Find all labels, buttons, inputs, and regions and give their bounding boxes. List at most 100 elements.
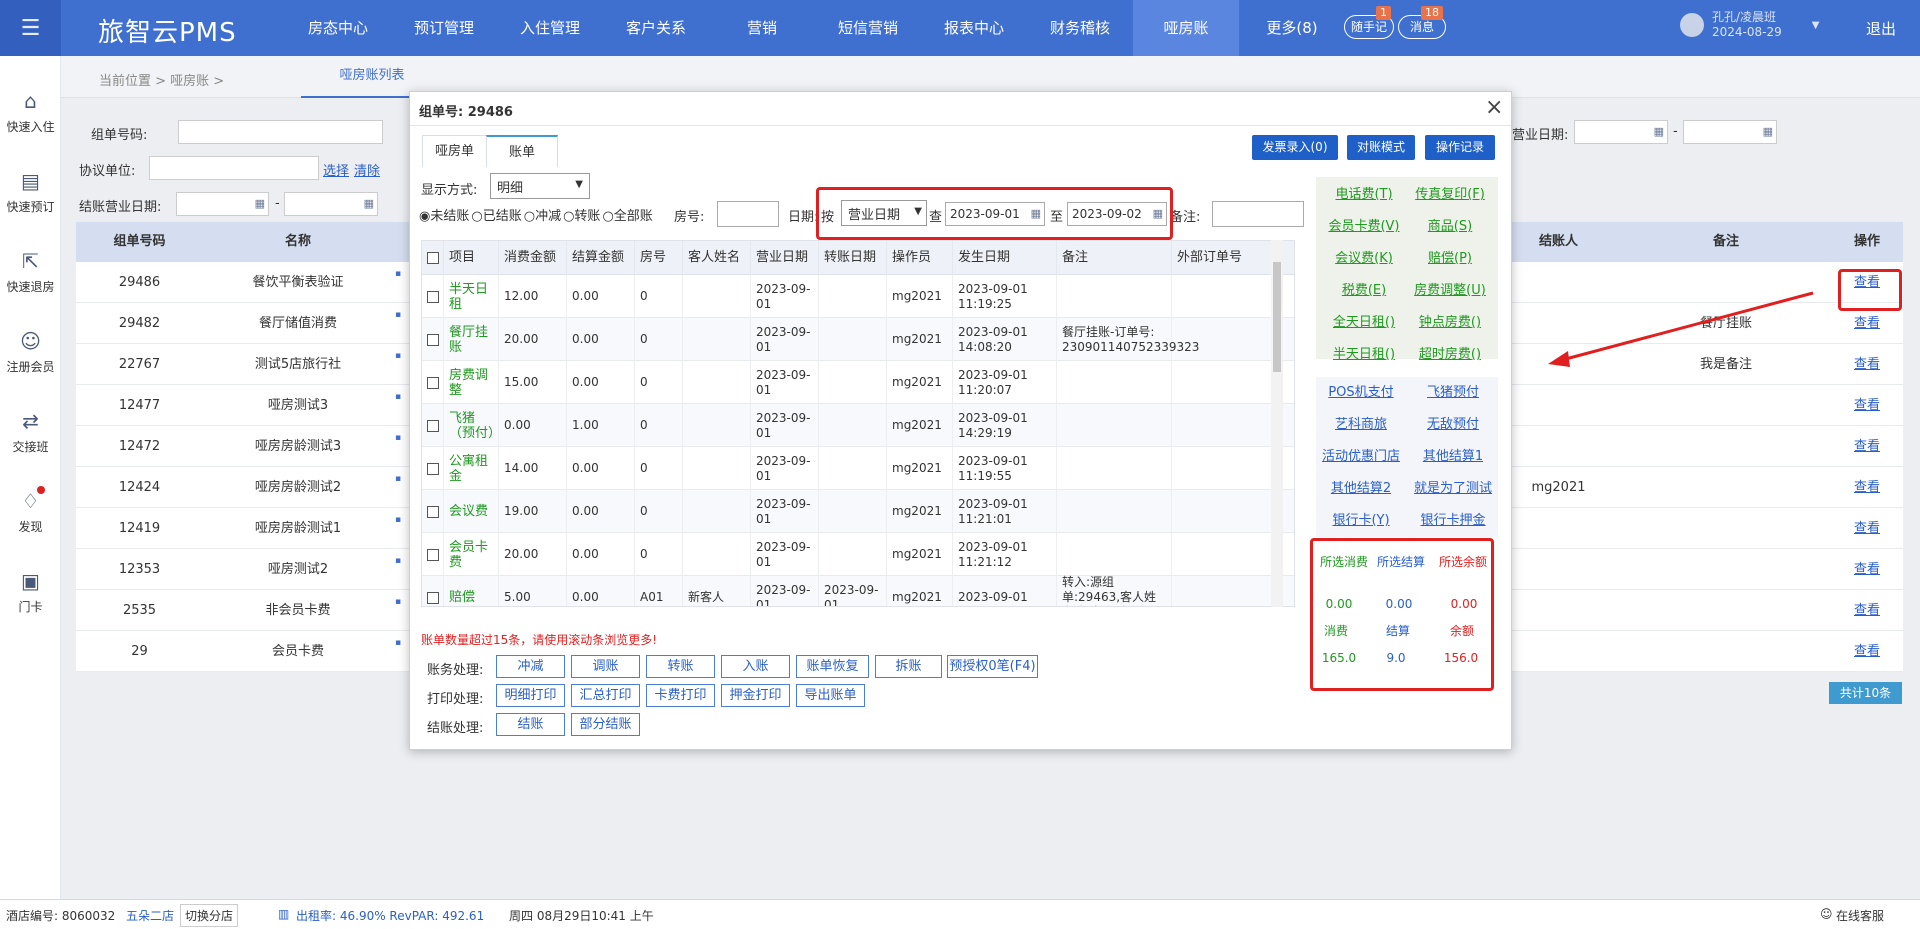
view-link[interactable]: 查看 bbox=[1831, 631, 1903, 672]
acct-button-1[interactable]: 调账 bbox=[571, 655, 640, 678]
sidebar-item-quick-checkin[interactable]: ⌂ 快速入住 bbox=[0, 88, 61, 135]
filter-radio-2[interactable]: ○冲减 bbox=[524, 205, 561, 224]
switch-hotel-button[interactable]: 切换分店 bbox=[180, 904, 239, 927]
settle-button-1[interactable]: 部分结账 bbox=[571, 713, 640, 736]
table-row[interactable]: 会议费 19.00 0.00 0 2023-09-01 mg2021 2023-09-01 … bbox=[422, 490, 1294, 533]
sidebar-item-quick-checkout[interactable]: ⇱ 快速退房 bbox=[0, 248, 61, 295]
radio-icon[interactable]: ○ bbox=[563, 209, 574, 224]
logout-button[interactable]: 退出 bbox=[1866, 18, 1896, 39]
calendar-icon[interactable]: ▦ bbox=[1763, 125, 1773, 138]
nav-marketing[interactable]: 营销 bbox=[709, 0, 815, 56]
note-button[interactable]: 随手记 1 bbox=[1344, 6, 1394, 39]
pay-link[interactable]: 其他结算2 bbox=[1318, 476, 1404, 502]
row-checkbox[interactable] bbox=[422, 447, 444, 490]
radio-icon[interactable]: ◉ bbox=[419, 209, 430, 224]
quick-link[interactable]: 超时房费() bbox=[1410, 342, 1490, 368]
table-row[interactable]: 飞猪（预付） 0.00 1.00 0 2023-09-01 mg2021 2023-09-0… bbox=[422, 404, 1294, 447]
scroll-thumb[interactable] bbox=[1273, 262, 1281, 372]
user-menu[interactable]: 孔孔/凌晨班 2024-08-29 ▼ bbox=[1680, 10, 1819, 40]
filter-radio-3[interactable]: ○转账 bbox=[563, 205, 600, 224]
view-link[interactable]: 查看 bbox=[1831, 426, 1903, 467]
view-link[interactable]: 查看 bbox=[1831, 467, 1903, 508]
reconcile-button[interactable]: 对账模式 bbox=[1347, 135, 1415, 160]
radio-icon[interactable]: ○ bbox=[602, 209, 613, 224]
print-button-0[interactable]: 明细打印 bbox=[496, 684, 565, 707]
filter-radio-1[interactable]: ○已结账 bbox=[471, 205, 521, 224]
settle-button-0[interactable]: 结账 bbox=[496, 713, 565, 736]
acct-button-4[interactable]: 账单恢复 bbox=[796, 655, 869, 678]
group-no-input[interactable] bbox=[178, 120, 383, 144]
sidebar-item-discover[interactable]: ♢ 发现 bbox=[0, 486, 61, 535]
item-link[interactable]: 会员卡费 bbox=[444, 533, 499, 576]
quick-link[interactable]: 商品(S) bbox=[1410, 214, 1490, 240]
quick-link[interactable]: 电话费(T) bbox=[1324, 182, 1404, 208]
print-button-1[interactable]: 汇总打印 bbox=[571, 684, 640, 707]
quick-link[interactable]: 半天日租() bbox=[1324, 342, 1404, 368]
table-row[interactable]: 餐厅挂账 20.00 0.00 0 2023-09-01 mg2021 2023-09-01… bbox=[422, 318, 1294, 361]
room-input[interactable] bbox=[717, 201, 779, 227]
table-row[interactable]: 房费调整 15.00 0.00 0 2023-09-01 mg2021 2023-09-01… bbox=[422, 361, 1294, 404]
nav-crm[interactable]: 客户关系 bbox=[603, 0, 709, 56]
quick-link[interactable]: 税费(E) bbox=[1324, 278, 1404, 304]
table-row[interactable]: 半天日租 12.00 0.00 0 2023-09-01 mg2021 2023-09-01… bbox=[422, 275, 1294, 318]
print-button-3[interactable]: 押金打印 bbox=[721, 684, 790, 707]
quick-link[interactable]: 房费调整(U) bbox=[1410, 278, 1490, 304]
pay-link[interactable]: 艺科商旅 bbox=[1318, 412, 1404, 438]
row-checkbox[interactable] bbox=[422, 533, 444, 576]
quick-link[interactable]: 传真复印(F) bbox=[1410, 182, 1490, 208]
row-checkbox[interactable] bbox=[422, 404, 444, 447]
acct-button-0[interactable]: 冲减 bbox=[496, 655, 565, 678]
nav-sms[interactable]: 短信营销 bbox=[815, 0, 921, 56]
table-row[interactable]: 公寓租金 14.00 0.00 0 2023-09-01 mg2021 2023-09-01… bbox=[422, 447, 1294, 490]
nav-more[interactable]: 更多(8) bbox=[1239, 0, 1345, 56]
quick-link[interactable]: 钟点房费() bbox=[1410, 310, 1490, 336]
menu-icon[interactable]: ☰ bbox=[0, 0, 61, 56]
sidebar-item-room-card[interactable]: ▣ 门卡 bbox=[0, 568, 61, 615]
nav-audit[interactable]: 财务稽核 bbox=[1027, 0, 1133, 56]
nav-dummy-account[interactable]: 哑房账 bbox=[1133, 0, 1239, 56]
print-button-4[interactable]: 导出账单 bbox=[796, 684, 865, 707]
display-select[interactable]: 明细 ▼ bbox=[490, 173, 590, 199]
sidebar-item-shift-handover[interactable]: ⇄ 交接班 bbox=[0, 408, 61, 455]
close-icon[interactable]: × bbox=[1485, 95, 1503, 120]
select-all-checkbox[interactable] bbox=[422, 241, 444, 275]
online-service-link[interactable]: 在线客服 bbox=[1836, 907, 1884, 924]
pay-link[interactable]: 就是为了测试 bbox=[1410, 476, 1496, 502]
view-link[interactable]: 查看 bbox=[1831, 590, 1903, 631]
pay-link[interactable]: 活动优惠门店 bbox=[1318, 444, 1404, 470]
settle-date-to[interactable]: ▦ bbox=[284, 192, 378, 216]
view-link[interactable]: 查看 bbox=[1831, 549, 1903, 590]
row-checkbox[interactable] bbox=[422, 576, 444, 606]
biz-date-from[interactable]: ▦ bbox=[1574, 120, 1668, 144]
item-link[interactable]: 赔偿 bbox=[444, 576, 499, 606]
radio-icon[interactable]: ○ bbox=[524, 209, 535, 224]
quick-link[interactable]: 会员卡费(V) bbox=[1324, 214, 1404, 240]
nav-checkin[interactable]: 入住管理 bbox=[497, 0, 603, 56]
acct-button-5[interactable]: 拆账 bbox=[875, 655, 942, 678]
row-checkbox[interactable] bbox=[422, 275, 444, 318]
select-unit-link[interactable]: 选择 bbox=[323, 160, 349, 179]
calendar-icon[interactable]: ▦ bbox=[255, 197, 265, 210]
message-button[interactable]: 消息 18 bbox=[1398, 6, 1446, 39]
item-link[interactable]: 房费调整 bbox=[444, 361, 499, 404]
nav-booking[interactable]: 预订管理 bbox=[391, 0, 497, 56]
quick-link[interactable]: 会议费(K) bbox=[1324, 246, 1404, 272]
row-checkbox[interactable] bbox=[422, 361, 444, 404]
print-button-2[interactable]: 卡费打印 bbox=[646, 684, 715, 707]
pay-link[interactable]: 银行卡(Y) bbox=[1318, 508, 1404, 534]
pay-link[interactable]: POS机支付 bbox=[1318, 380, 1404, 406]
item-link[interactable]: 公寓租金 bbox=[444, 447, 499, 490]
invoice-button[interactable]: 发票录入(0) bbox=[1252, 135, 1338, 160]
view-link[interactable]: 查看 bbox=[1831, 344, 1903, 385]
row-checkbox[interactable] bbox=[422, 490, 444, 533]
hotel-name[interactable]: 五朵二店 bbox=[126, 907, 174, 924]
item-link[interactable]: 飞猪（预付） bbox=[444, 404, 501, 447]
view-link[interactable]: 查看 bbox=[1831, 385, 1903, 426]
pay-link[interactable]: 银行卡押金 bbox=[1410, 508, 1496, 534]
acct-button-6[interactable]: 预授权0笔(F4) bbox=[947, 655, 1038, 678]
item-link[interactable]: 半天日租 bbox=[444, 275, 499, 318]
settle-date-from[interactable]: ▦ bbox=[176, 192, 269, 216]
biz-date-to[interactable]: ▦ bbox=[1683, 120, 1777, 144]
sidebar-item-register-member[interactable]: ☺ 注册会员 bbox=[0, 328, 61, 375]
view-link[interactable]: 查看 bbox=[1831, 508, 1903, 549]
